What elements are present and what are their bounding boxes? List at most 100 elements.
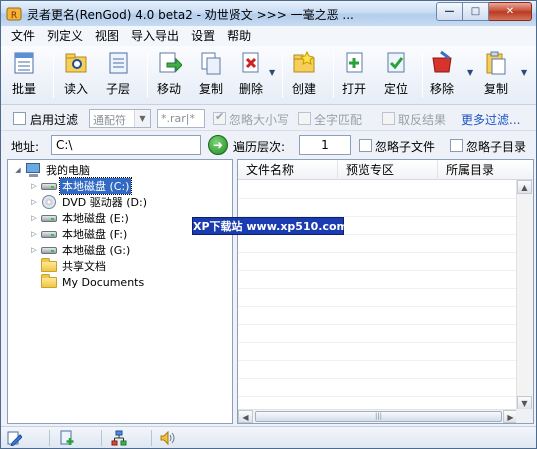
toolbar-separator [333, 52, 334, 98]
grid-line [238, 288, 518, 289]
tree-node-drive-e[interactable]: ▷ 本地磁盘 (E:) [30, 210, 131, 226]
menu-file[interactable]: 文件 [5, 26, 41, 46]
scroll-down-icon[interactable]: ▼ [517, 396, 532, 410]
file-list[interactable]: 文件名称 预览专区 所属目录 ▲ ▼ ◀ ||| ▶ [237, 159, 534, 424]
drive-icon [41, 211, 57, 225]
tree-node-drive-g[interactable]: ▷ 本地磁盘 (G:) [30, 242, 132, 258]
scroll-corner [516, 409, 533, 423]
title-bar: R 灵者更名(RenGod) 4.0 beta2 - 劝世贤文 >>> 一毫之恶… [1, 1, 536, 26]
tree-node-label: My Documents [62, 275, 145, 289]
sublevel-label: 子层 [105, 82, 130, 96]
filter-bar: 启用过滤 通配符 ▼ *.rar|* 忽略大小写 全字匹配 取反结果 更多过滤.… [1, 106, 536, 131]
copy2-button[interactable]: 复制 ▼ [483, 50, 527, 100]
expand-icon[interactable]: ▷ [30, 230, 38, 238]
menu-settings[interactable]: 设置 [185, 26, 221, 46]
tree-node-drive-f[interactable]: ▷ 本地磁盘 (F:) [30, 226, 129, 242]
column-header-preview[interactable]: 预览专区 [338, 160, 438, 180]
vertical-scrollbar[interactable]: ▲ ▼ [516, 180, 533, 410]
go-arrow-icon[interactable]: ➜ [208, 135, 228, 155]
chevron-down-icon: ▼ [134, 110, 150, 127]
full-match-label: 全字匹配 [314, 113, 363, 127]
minimize-button[interactable]: — [436, 2, 463, 21]
sublevel-button[interactable]: 子层 [105, 50, 131, 100]
more-filters-link[interactable]: 更多过滤... [461, 111, 520, 128]
pattern-input[interactable]: *.rar|* [157, 109, 205, 128]
add-file-icon[interactable] [59, 430, 75, 446]
depth-input[interactable]: 1 [299, 135, 351, 155]
maximize-button[interactable]: □ [463, 2, 489, 21]
svg-text:R: R [11, 11, 17, 21]
collapse-icon[interactable]: ◢ [14, 166, 22, 174]
close-button[interactable]: ✕ [489, 2, 532, 21]
scroll-up-icon[interactable]: ▲ [517, 180, 532, 194]
delete-icon [242, 52, 259, 73]
remove-dropdown-icon[interactable]: ▼ [467, 68, 473, 77]
folder-icon [41, 274, 57, 289]
open-icon [346, 52, 363, 73]
menu-help[interactable]: 帮助 [221, 26, 257, 46]
status-bar [1, 426, 536, 448]
enable-filter-checkbox[interactable] [13, 112, 26, 125]
batch-button[interactable]: 批量 [11, 50, 37, 100]
move-button[interactable]: 移动 [156, 50, 182, 100]
wildcard-select[interactable]: 通配符 ▼ [89, 109, 151, 128]
tree-node-label: 我的电脑 [46, 164, 90, 177]
app-window: R 灵者更名(RenGod) 4.0 beta2 - 劝世贤文 >>> 一毫之恶… [0, 0, 537, 449]
horizontal-scrollbar[interactable]: ◀ ||| ▶ [238, 409, 518, 423]
document-list-icon [109, 52, 128, 74]
locate-button[interactable]: 定位 [383, 50, 409, 100]
remove-label: 移除 [429, 82, 454, 96]
ignore-subfiles-label: 忽略子文件 [375, 140, 436, 154]
enable-filter-label: 启用过滤 [30, 113, 79, 127]
menu-import-export[interactable]: 导入导出 [125, 26, 185, 46]
tree-node-my-documents[interactable]: My Documents [41, 274, 146, 290]
expand-icon[interactable]: ▷ [30, 214, 38, 222]
grid-line [238, 360, 518, 361]
scroll-thumb[interactable]: ||| [255, 411, 502, 422]
ignore-subdirs-label: 忽略子目录 [466, 140, 527, 154]
tree-node-shared-docs[interactable]: 共享文档 [41, 258, 108, 274]
expand-icon[interactable]: ▷ [30, 182, 38, 190]
edit-icon[interactable] [6, 430, 22, 446]
expand-icon[interactable]: ▷ [30, 198, 38, 206]
delete-button[interactable]: 删除 ▼ [238, 50, 275, 100]
remove-button[interactable]: 移除 ▼ [429, 50, 473, 100]
invert-result-label: 取反结果 [398, 113, 447, 127]
copy-button[interactable]: 复制 [198, 50, 224, 100]
tree-node-drive-c[interactable]: ▷ 本地磁盘 (C:) [30, 177, 133, 195]
scroll-left-icon[interactable]: ◀ [238, 410, 253, 423]
drive-icon [41, 243, 57, 257]
create-button[interactable]: 创建 [291, 50, 317, 100]
menu-columns[interactable]: 列定义 [41, 26, 89, 46]
full-match-checkbox[interactable] [298, 112, 311, 125]
tree-node-label: 本地磁盘 (G:) [62, 244, 131, 257]
read-button[interactable]: 读入 [63, 50, 89, 100]
clipboard-icon [486, 51, 506, 75]
column-header-directory[interactable]: 所属目录 [438, 160, 533, 180]
ignore-subfiles-checkbox[interactable] [359, 139, 372, 152]
app-icon: R [6, 7, 22, 21]
menu-view[interactable]: 视图 [89, 26, 125, 46]
folder-icon [41, 258, 57, 273]
expand-icon[interactable]: ▷ [30, 246, 38, 254]
grid-line [238, 198, 518, 199]
tree-node-label: 共享文档 [62, 260, 106, 273]
grid-line [238, 306, 518, 307]
ignore-subdirs-checkbox[interactable] [450, 139, 463, 152]
address-input[interactable]: C:\ [51, 135, 201, 155]
invert-result-checkbox[interactable] [382, 112, 395, 125]
open-button[interactable]: 打开 [341, 50, 367, 100]
folder-tree[interactable]: ◢ 我的电脑 ▷ 本地磁盘 (C:) ▷ DVD 驱动器 (D:) ▷ 本地磁盘… [7, 159, 233, 424]
copy2-dropdown-icon[interactable]: ▼ [521, 68, 527, 77]
delete-dropdown-icon[interactable]: ▼ [269, 68, 275, 77]
locate-label: 定位 [383, 82, 408, 96]
speaker-icon[interactable] [159, 430, 175, 446]
grid-line [238, 342, 518, 343]
network-icon[interactable] [111, 430, 127, 446]
tree-node-my-computer[interactable]: ◢ 我的电脑 [14, 162, 92, 178]
toolbar-separator [147, 52, 148, 98]
new-folder-icon [293, 50, 315, 73]
ignore-case-checkbox[interactable] [213, 110, 226, 125]
column-header-filename[interactable]: 文件名称 [238, 160, 338, 180]
tree-node-drive-d[interactable]: ▷ DVD 驱动器 (D:) [30, 194, 149, 210]
